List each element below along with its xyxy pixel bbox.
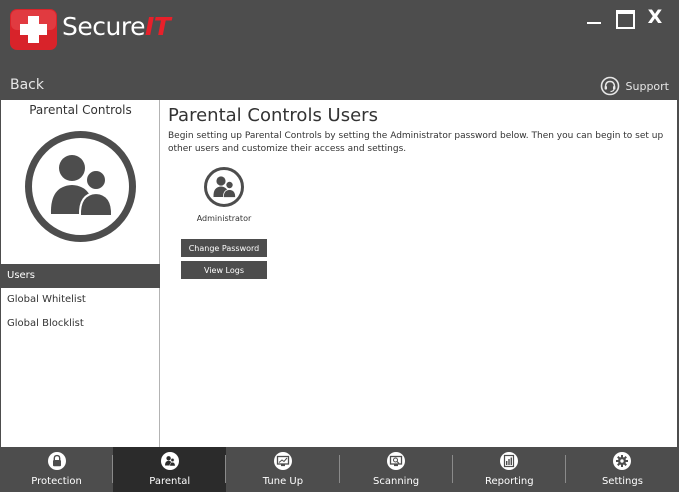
tab-settings[interactable]: Settings	[566, 447, 679, 492]
brand-name-main: Secure	[62, 12, 145, 41]
sidebar-item-global-blocklist[interactable]: Global Blocklist	[1, 312, 160, 336]
page-description: Begin setting up Parental Controls by se…	[168, 131, 664, 154]
tab-protection[interactable]: Protection	[0, 447, 114, 492]
close-button[interactable]: X	[645, 6, 665, 28]
minimize-button[interactable]	[585, 6, 605, 28]
tab-label: Parental	[149, 476, 191, 487]
tab-tune-up[interactable]: Tune Up	[226, 447, 340, 492]
headset-icon	[600, 76, 619, 96]
user-avatar-icon	[204, 167, 244, 207]
lock-icon	[47, 452, 66, 470]
sidebar: Parental Controls Users Global Whitelist…	[1, 100, 160, 447]
users-icon	[160, 452, 179, 470]
brand-name-accent: IT	[144, 12, 171, 41]
monitor-icon	[273, 452, 292, 470]
tab-label: Scanning	[373, 476, 420, 487]
parental-users-icon	[25, 131, 136, 242]
brand-logo-icon	[10, 9, 57, 50]
sidebar-item-users[interactable]: Users	[1, 264, 160, 288]
tab-label: Tune Up	[262, 476, 304, 487]
support-label: Support	[625, 79, 669, 93]
change-password-button[interactable]: Change Password	[181, 239, 267, 257]
gear-icon	[613, 452, 632, 470]
user-card-administrator[interactable]: Administrator	[180, 166, 268, 223]
tab-reporting[interactable]: Reporting	[453, 447, 566, 492]
nav-bar: Back Support	[0, 66, 679, 100]
tab-label: Reporting	[484, 476, 534, 487]
brand-name: SecureIT	[62, 12, 171, 41]
tab-label: Protection	[31, 476, 82, 487]
app-window: SecureIT X Back Support Parental Control…	[0, 0, 679, 492]
page-title: Parental Controls Users	[168, 105, 378, 126]
sidebar-title: Parental Controls	[29, 103, 132, 117]
tab-scanning[interactable]: Scanning	[340, 447, 453, 492]
sidebar-item-global-whitelist[interactable]: Global Whitelist	[1, 288, 160, 312]
view-logs-button[interactable]: View Logs	[181, 261, 267, 279]
window-controls: X	[585, 6, 665, 29]
report-icon	[500, 452, 519, 470]
tab-label: Settings	[601, 476, 643, 487]
sidebar-menu: Users Global Whitelist Global Blocklist	[1, 264, 160, 336]
main-panel: Parental Controls Users Begin setting up…	[161, 100, 677, 447]
bottom-tab-bar: Protection Parental Tune Up Scanning Rep…	[0, 447, 679, 492]
support-button[interactable]: Support	[600, 76, 669, 96]
title-bar: SecureIT X	[0, 0, 679, 66]
scan-icon	[387, 452, 406, 470]
user-name: Administrator	[196, 214, 252, 223]
content-panel: Parental Controls Users Global Whitelist…	[1, 100, 677, 447]
tab-parental[interactable]: Parental	[113, 447, 227, 492]
maximize-button[interactable]	[615, 6, 635, 29]
back-button[interactable]: Back	[10, 77, 44, 93]
